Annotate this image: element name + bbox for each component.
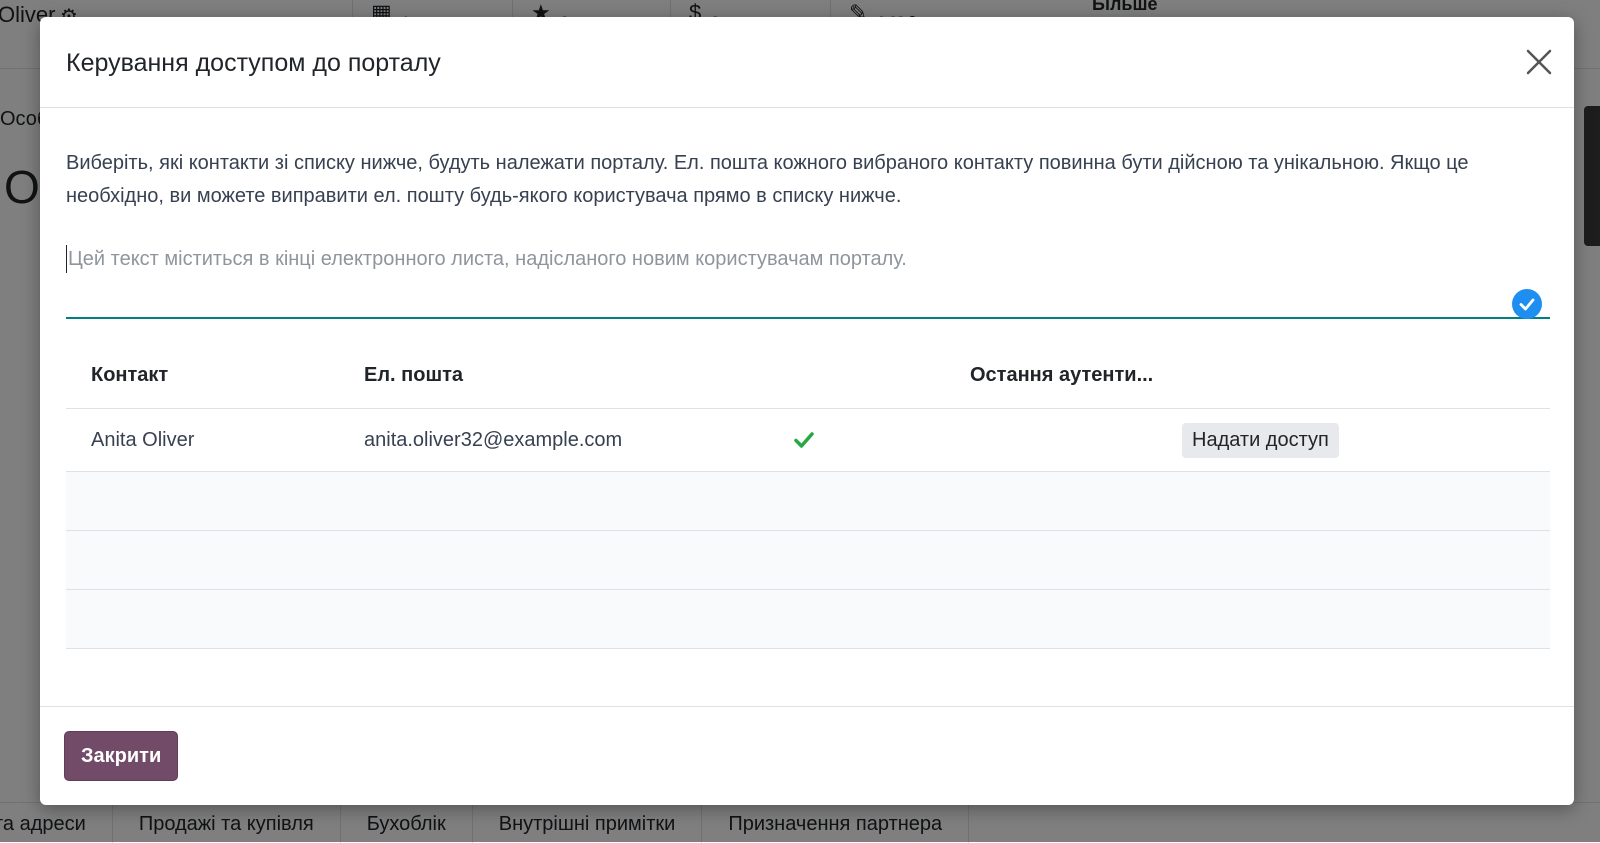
dialog-footer: Закрити (40, 706, 1574, 805)
list-header: Контакт Ел. пошта Остання аутенти... (66, 343, 1550, 409)
column-header-contact[interactable]: Контакт (91, 343, 168, 408)
grammar-check-icon[interactable] (1512, 289, 1542, 319)
grant-access-button[interactable]: Надати доступ (1182, 422, 1339, 458)
checkmark-icon (794, 432, 814, 448)
welcome-message-input[interactable] (66, 239, 1468, 279)
close-icon[interactable] (1524, 47, 1554, 77)
empty-row (66, 472, 1550, 531)
email-valid-cell (794, 409, 814, 471)
dialog-title: Керування доступом до порталу (66, 49, 441, 77)
empty-row (66, 531, 1550, 590)
empty-row (66, 590, 1550, 649)
column-header-last-login[interactable]: Остання аутенти... (970, 343, 1153, 408)
table-row[interactable]: Anita Oliver anita.oliver32@example.com … (66, 409, 1550, 472)
contact-name: Anita Oliver (91, 428, 195, 451)
email-field[interactable]: anita.oliver32@example.com (364, 409, 622, 471)
grant-access-cell: Надати доступ (1182, 409, 1339, 471)
close-button[interactable]: Закрити (64, 731, 179, 781)
portal-access-dialog: Керування доступом до порталу Виберіть, … (40, 17, 1574, 805)
column-header-email[interactable]: Ел. пошта (364, 343, 463, 408)
dialog-header: Керування доступом до порталу (40, 17, 1574, 108)
welcome-message-field[interactable] (66, 239, 1550, 319)
portal-users-list: Контакт Ел. пошта Остання аутенти... Ani… (66, 343, 1550, 649)
dialog-intro-text: Виберіть, які контакти зі списку нижче, … (66, 152, 1469, 207)
